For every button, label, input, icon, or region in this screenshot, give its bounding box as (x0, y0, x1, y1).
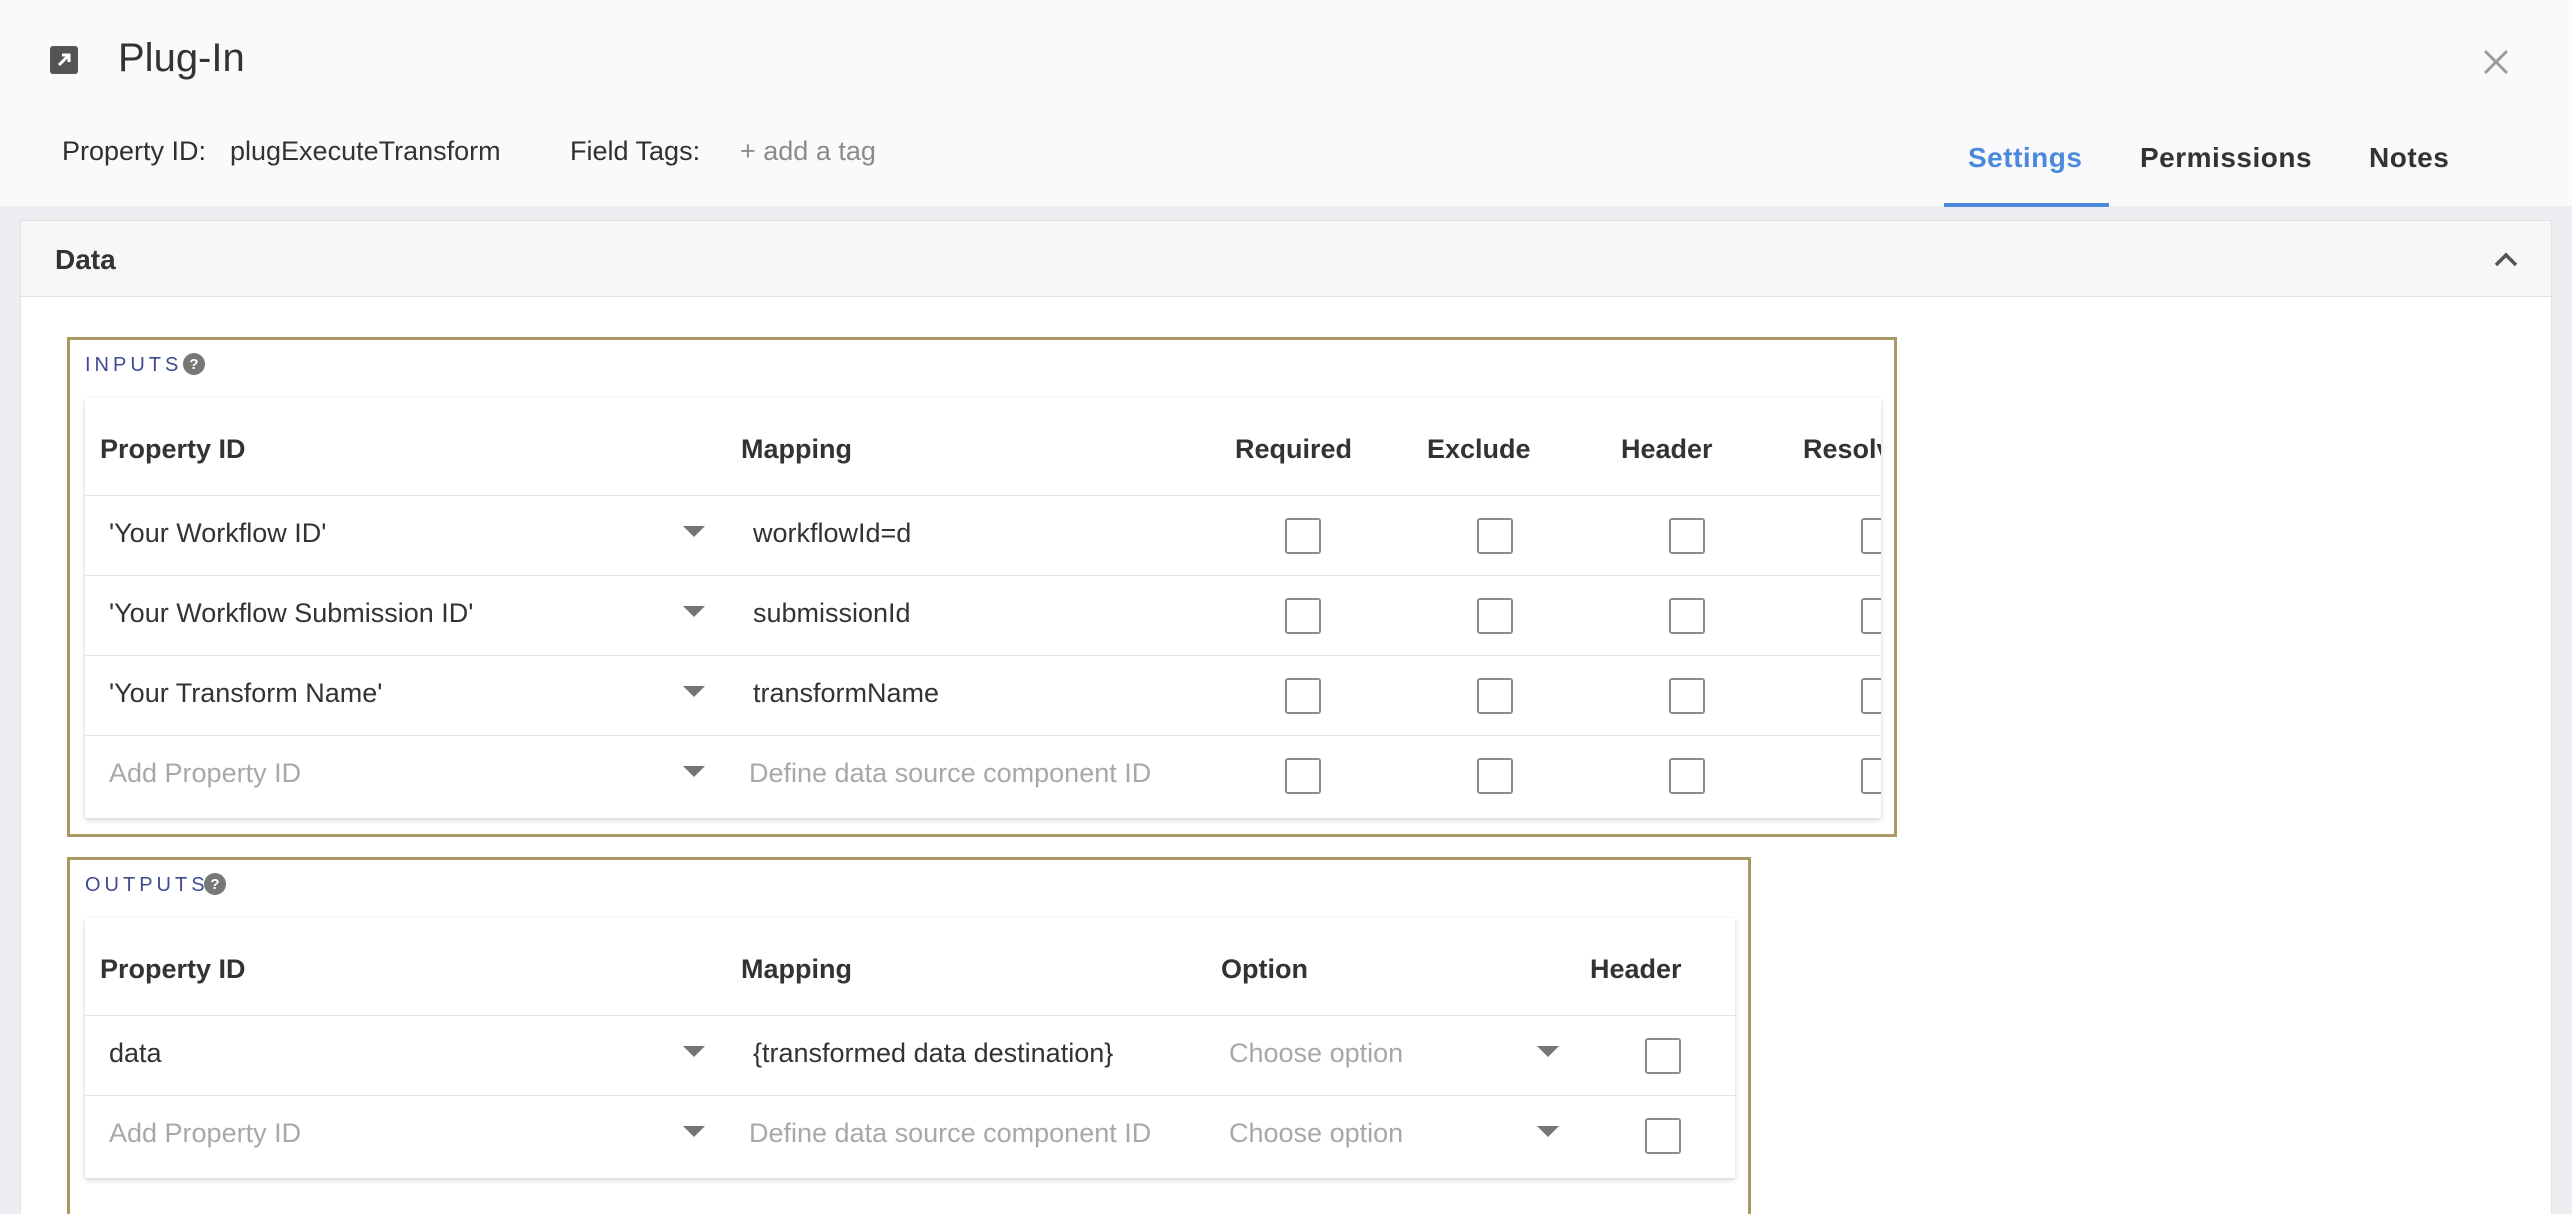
exclude-checkbox[interactable] (1477, 758, 1513, 794)
inputs-label: INPUTS (85, 354, 183, 376)
required-checkbox[interactable] (1285, 598, 1321, 634)
caret-down-icon[interactable] (683, 606, 705, 617)
property-id-value: plugExecuteTransform (230, 136, 501, 166)
data-panel: Data INPUTS ? Property ID Mapping Requir… (20, 220, 2552, 1214)
caret-down-icon[interactable] (1537, 1126, 1559, 1137)
exclude-checkbox[interactable] (1477, 678, 1513, 714)
col-mapping: Mapping (741, 434, 852, 464)
tab-settings[interactable]: Settings (1968, 142, 2082, 174)
help-icon[interactable]: ? (182, 352, 206, 376)
panel-title: Data (55, 244, 116, 275)
table-row: Add Property ID Define data source compo… (85, 1095, 1735, 1175)
active-tab-indicator (1944, 203, 2109, 207)
col-property-id: Property ID (100, 434, 246, 464)
svg-text:?: ? (189, 356, 198, 373)
col-header: Header (1590, 954, 1682, 984)
field-tags-label: Field Tags: (570, 136, 701, 166)
svg-text:?: ? (210, 876, 219, 893)
help-icon[interactable]: ? (203, 872, 227, 896)
col-option: Option (1221, 954, 1308, 984)
property-id-label: Property ID: (62, 136, 207, 166)
add-property-id-select[interactable]: Add Property ID (109, 1118, 301, 1149)
caret-down-icon[interactable] (683, 526, 705, 537)
add-tag-link[interactable]: + add a tag (740, 136, 876, 167)
table-row: 'Your Transform Name' transformName (85, 655, 1881, 735)
header-checkbox[interactable] (1669, 758, 1705, 794)
data-panel-header[interactable]: Data (21, 221, 2551, 297)
outputs-table: Property ID Mapping Option Header data {… (85, 918, 1735, 1178)
tab-notes[interactable]: Notes (2369, 142, 2449, 174)
inputs-section: INPUTS ? Property ID Mapping Required Ex… (67, 337, 1897, 837)
mapping-input[interactable]: Define data source component ID (749, 758, 1151, 789)
mapping-input[interactable]: {transformed data destination} (753, 1038, 1113, 1069)
plugin-settings-dialog: Plug-In Property ID: plugExecuteTransfor… (0, 0, 2572, 1214)
caret-down-icon[interactable] (683, 766, 705, 777)
required-checkbox[interactable] (1285, 758, 1321, 794)
add-property-id-select[interactable]: Add Property ID (109, 758, 301, 789)
exclude-checkbox[interactable] (1477, 518, 1513, 554)
mapping-input[interactable]: submissionId (753, 598, 911, 629)
resolve-checkbox[interactable] (1861, 518, 1881, 554)
resolve-checkbox[interactable] (1861, 598, 1881, 634)
outputs-label: OUTPUTS (85, 874, 209, 896)
col-property-id: Property ID (100, 954, 246, 984)
table-row: Add Property ID Define data source compo… (85, 735, 1881, 815)
chevron-up-icon[interactable] (2491, 245, 2521, 275)
caret-down-icon[interactable] (683, 1126, 705, 1137)
mapping-input[interactable]: Define data source component ID (749, 1118, 1151, 1149)
required-checkbox[interactable] (1285, 518, 1321, 554)
option-select[interactable]: Choose option (1229, 1118, 1403, 1149)
inputs-table: Property ID Mapping Required Exclude Hea… (85, 398, 1881, 818)
caret-down-icon[interactable] (683, 686, 705, 697)
header-checkbox[interactable] (1645, 1038, 1681, 1074)
resolve-checkbox[interactable] (1861, 758, 1881, 794)
header-checkbox[interactable] (1669, 598, 1705, 634)
header-checkbox[interactable] (1645, 1118, 1681, 1154)
table-row: 'Your Workflow ID' workflowId=d (85, 495, 1881, 575)
col-header: Header (1621, 434, 1713, 464)
property-id-select[interactable]: 'Your Workflow Submission ID' (109, 598, 473, 629)
property-id-select[interactable]: 'Your Transform Name' (109, 678, 382, 709)
col-resolve: Resolve (1803, 434, 1881, 464)
mapping-input[interactable]: workflowId=d (753, 518, 911, 549)
header-checkbox[interactable] (1669, 678, 1705, 714)
resolve-checkbox[interactable] (1861, 678, 1881, 714)
property-id-select[interactable]: data (109, 1038, 162, 1069)
caret-down-icon[interactable] (683, 1046, 705, 1057)
exclude-checkbox[interactable] (1477, 598, 1513, 634)
option-select[interactable]: Choose option (1229, 1038, 1403, 1069)
outputs-section: OUTPUTS ? Property ID Mapping Option Hea… (67, 857, 1751, 1214)
tab-permissions[interactable]: Permissions (2140, 142, 2312, 174)
col-mapping: Mapping (741, 954, 852, 984)
close-icon[interactable] (2480, 46, 2512, 78)
caret-down-icon[interactable] (1537, 1046, 1559, 1057)
col-exclude: Exclude (1427, 434, 1531, 464)
header-checkbox[interactable] (1669, 518, 1705, 554)
table-row: data {transformed data destination} Choo… (85, 1015, 1735, 1095)
property-id-select[interactable]: 'Your Workflow ID' (109, 518, 326, 549)
external-link-icon (50, 46, 78, 74)
dialog-header: Plug-In Property ID: plugExecuteTransfor… (0, 0, 2572, 207)
dialog-title: Plug-In (118, 36, 245, 80)
table-row: 'Your Workflow Submission ID' submission… (85, 575, 1881, 655)
col-required: Required (1235, 434, 1353, 464)
required-checkbox[interactable] (1285, 678, 1321, 714)
mapping-input[interactable]: transformName (753, 678, 939, 709)
